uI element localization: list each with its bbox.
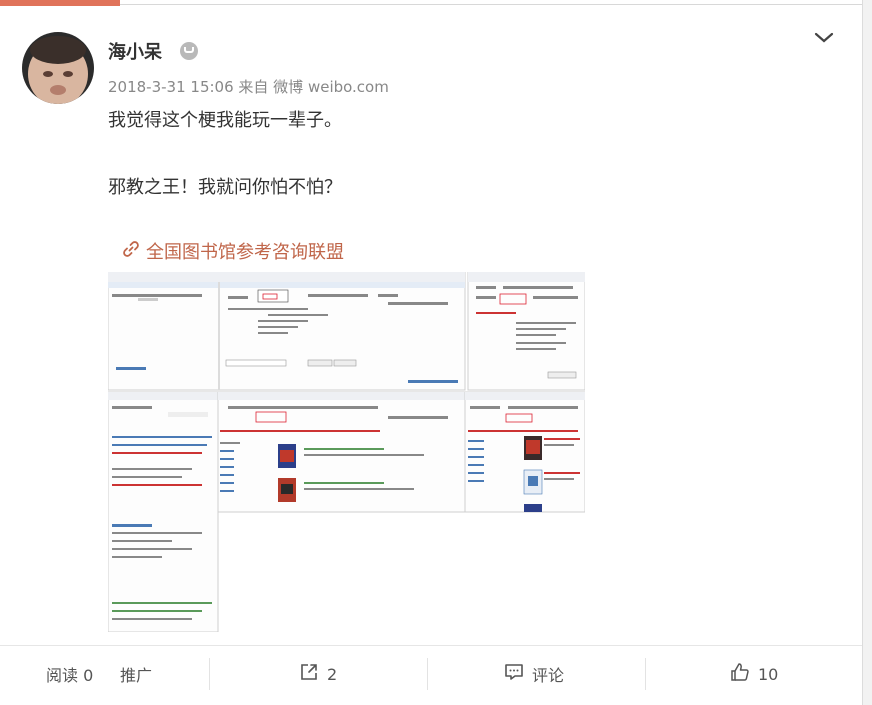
post-time[interactable]: 2018-3-31 15:06 (108, 78, 234, 96)
share-button[interactable]: 2 (299, 652, 337, 696)
post-text-line: 我觉得这个梗我能玩一辈子。 (108, 110, 342, 131)
link-icon (122, 240, 140, 263)
post-source: 来自 微博 weibo.com (238, 78, 389, 96)
avatar[interactable] (22, 32, 94, 104)
read-label: 阅读 0 (46, 666, 94, 685)
link-label: 全国图书馆参考咨询联盟 (146, 242, 344, 263)
comment-icon (504, 662, 524, 686)
comment-button[interactable]: 评论 (504, 652, 564, 696)
top-divider (120, 4, 872, 5)
thumbs-up-icon (730, 662, 750, 686)
top-accent-bar (0, 0, 120, 6)
share-count: 2 (327, 664, 338, 684)
promote-button[interactable]: 推广 (120, 652, 152, 696)
post-meta: 2018-3-31 15:06 来自 微博 weibo.com (108, 76, 389, 97)
post-link[interactable]: 全国图书馆参考咨询联盟 (122, 238, 344, 264)
action-bar: 阅读 0 推广 2 评论 10 (0, 652, 862, 696)
share-icon (299, 662, 319, 686)
like-count: 10 (758, 664, 779, 684)
scrollbar-track[interactable] (862, 0, 872, 705)
footer-separator (209, 658, 210, 690)
comment-label: 评论 (532, 666, 565, 685)
member-crown-icon[interactable] (180, 42, 198, 60)
footer-separator (645, 658, 646, 690)
post-text-line: 邪教之王！我就问你怕不怕？ (108, 177, 342, 198)
like-button[interactable]: 10 (730, 652, 778, 696)
post-image[interactable] (107, 271, 586, 633)
author-name[interactable]: 海小呆 (108, 38, 162, 64)
promote-label: 推广 (120, 666, 153, 685)
chevron-down-icon[interactable] (812, 28, 836, 48)
footer-separator (427, 658, 428, 690)
footer-divider (0, 645, 862, 646)
read-count: 阅读 0 (46, 652, 93, 696)
